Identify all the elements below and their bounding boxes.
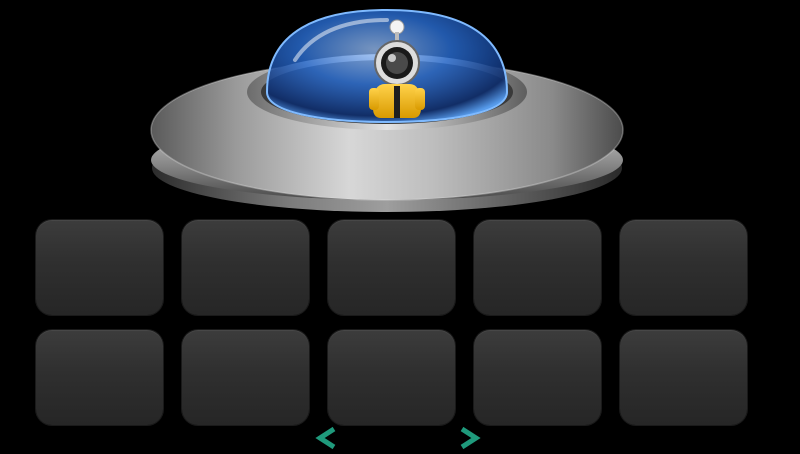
ufo-icon (150, 8, 624, 212)
slot-7[interactable] (182, 330, 309, 425)
slot-grid (36, 220, 750, 425)
slot-8[interactable] (328, 330, 455, 425)
slot-6[interactable] (36, 330, 163, 425)
slot-5[interactable] (620, 220, 747, 315)
game-screen (0, 0, 800, 454)
chevron-left-icon[interactable] (312, 426, 340, 450)
slot-1[interactable] (36, 220, 163, 315)
slot-2[interactable] (182, 220, 309, 315)
slot-9[interactable] (474, 330, 601, 425)
chevron-right-icon[interactable] (456, 426, 484, 450)
slot-4[interactable] (474, 220, 601, 315)
slot-10[interactable] (620, 330, 747, 425)
slot-3[interactable] (328, 220, 455, 315)
